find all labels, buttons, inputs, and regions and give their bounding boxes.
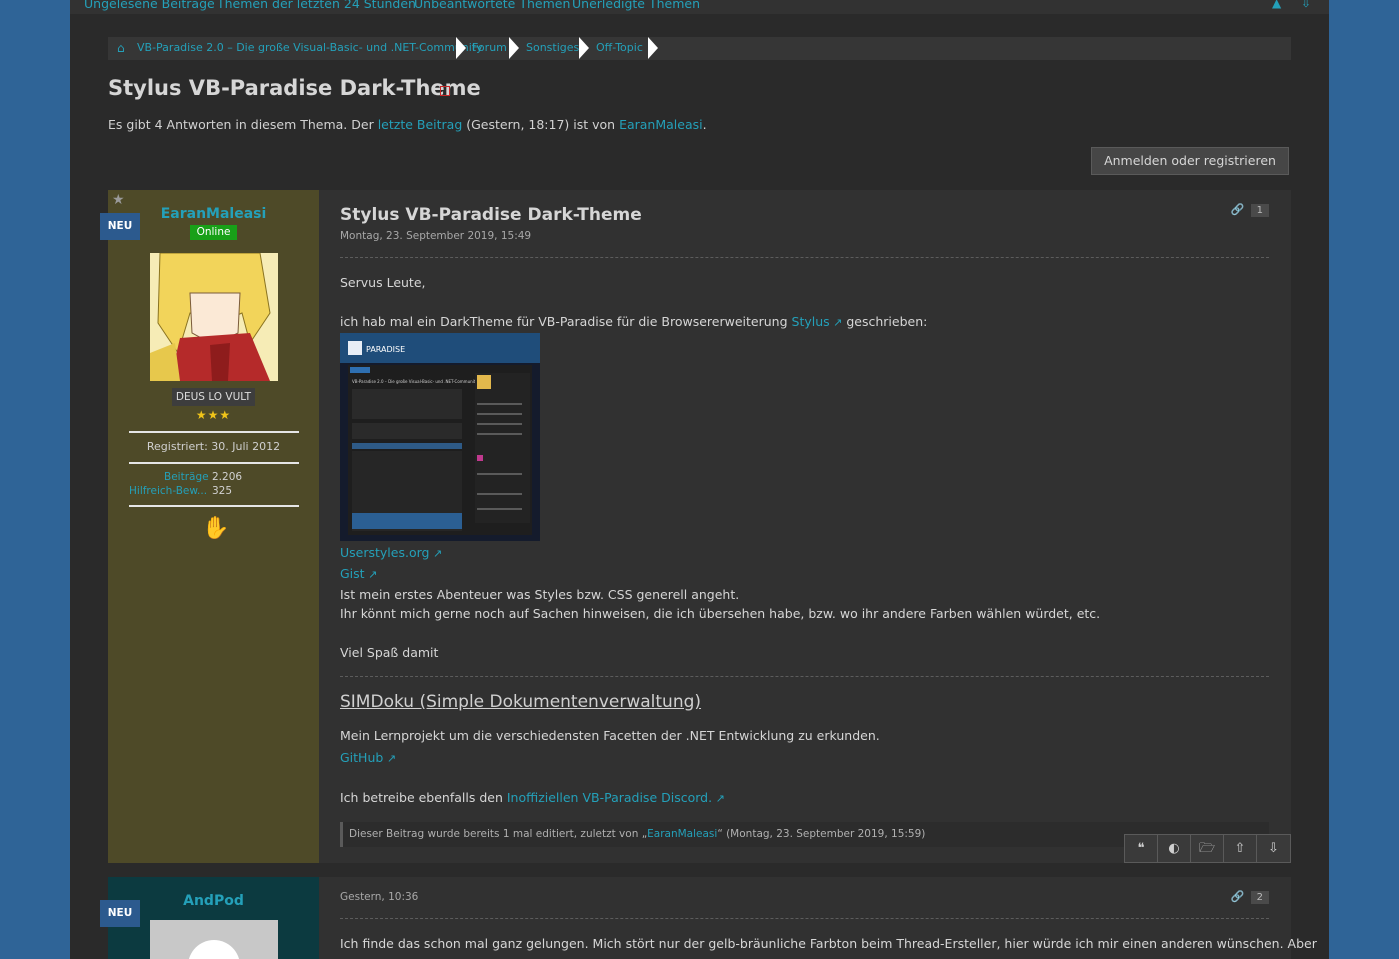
post-author-sidebar: ★ NEU EaranMaleasi Online DEUS LO VULT ★… <box>100 190 319 863</box>
post-text-segment: geschrieben: <box>842 314 928 329</box>
online-badge: Online <box>190 225 237 240</box>
author-username[interactable]: EaranMaleasi <box>108 206 319 222</box>
avatar-image <box>150 253 278 381</box>
external-link-icon: ↗ <box>383 752 397 765</box>
post-text: Ist mein erstes Abenteuer was Styles bzw… <box>340 587 740 602</box>
page-title: Stylus VB-Paradise Dark-Theme <box>108 76 481 100</box>
signature-text-segment: Ich betreibe ebenfalls den <box>340 790 507 805</box>
breadcrumb-separator-icon <box>648 37 658 59</box>
post-text: ich hab mal ein DarkTheme für VB-Paradis… <box>340 314 927 329</box>
stat-label-posts[interactable]: Beiträge <box>164 471 209 483</box>
main-content: ⌂ VB-Paradise 2.0 – Die große Visual-Bas… <box>70 14 1329 959</box>
last-post-user-link[interactable]: EaranMaleasi <box>619 117 703 132</box>
divider <box>129 462 299 464</box>
nav-unresolved[interactable]: Unerledigte Themen <box>572 0 700 11</box>
post-date[interactable]: Gestern, 10:36 <box>340 891 418 903</box>
link-icon[interactable]: 🔗 <box>1231 203 1245 216</box>
post-author-sidebar: NEU AndPod <box>100 877 319 959</box>
post-title: Stylus VB-Paradise Dark-Theme <box>340 205 642 225</box>
home-icon[interactable]: ⌂ <box>117 41 125 55</box>
nav-last-24h[interactable]: Themen der letzten 24 Stunden <box>217 0 416 11</box>
breadcrumb: ⌂ VB-Paradise 2.0 – Die große Visual-Bas… <box>108 37 1291 60</box>
stat-value-helpful: 325 <box>212 485 233 497</box>
link-icon[interactable]: 🔗 <box>1231 890 1245 903</box>
breadcrumb-forum[interactable]: Forum <box>472 41 507 54</box>
divider <box>129 505 299 507</box>
post-date[interactable]: Montag, 23. September 2019, 15:49 <box>340 230 531 242</box>
top-navigation: Ungelesene Beiträge Themen der letzten 2… <box>70 0 1329 14</box>
post-text: Viel Spaß damit <box>340 645 439 660</box>
post-action-bar: ❝ ◐ 🗁 ⇧ ⇩ <box>1124 834 1291 863</box>
author-username[interactable]: AndPod <box>108 893 319 909</box>
post-text: Ihr könnt mich gerne noch auf Sachen hin… <box>340 606 1101 621</box>
stylus-link[interactable]: Stylus <box>792 314 830 329</box>
user-rank: DEUS LO VULT <box>172 388 255 406</box>
thread-summary: Es gibt 4 Antworten in diesem Thema. Der… <box>108 117 707 132</box>
gist-link[interactable]: Gist ↗ <box>340 566 377 581</box>
screenshot-heading: VB-Paradise 2.0 – Die große Visual-Basic… <box>352 379 478 384</box>
default-avatar-image <box>150 920 278 959</box>
breadcrumb-separator-icon <box>456 37 466 59</box>
discord-link[interactable]: Inoffiziellen VB-Paradise Discord. <box>507 790 712 805</box>
signature-title-link[interactable]: SIMDoku (Simple Dokumentenverwaltung) <box>340 692 701 712</box>
dark-theme-screenshot[interactable]: PARADISE VB-Paradise 2.0 – Die große Vis… <box>340 333 540 541</box>
login-register-button[interactable]: Anmelden oder registrieren <box>1091 147 1289 175</box>
edit-notice-user-link[interactable]: EaranMaleasi <box>647 828 717 840</box>
breadcrumb-sonstiges[interactable]: Sonstiges <box>526 41 579 54</box>
external-link-icon: ↗ <box>829 316 843 329</box>
post-number[interactable]: 2 <box>1250 891 1269 904</box>
post-text: Servus Leute, <box>340 275 426 290</box>
rank-stars-icon: ★★★ <box>195 408 232 422</box>
bookmark-icon[interactable]: 🗁 <box>1191 835 1224 862</box>
signature-text: Ich betreibe ebenfalls den Inoffiziellen… <box>340 790 725 805</box>
thumbs-up-icon: ✋ <box>202 516 230 541</box>
screenshot-image: PARADISE VB-Paradise 2.0 – Die große Vis… <box>340 333 540 541</box>
stat-value-posts: 2.206 <box>212 471 243 483</box>
userstyles-link[interactable]: Userstyles.org ↗ <box>340 545 442 560</box>
breadcrumb-off-topic[interactable]: Off-Topic <box>596 41 643 54</box>
thread-marker-icon <box>440 86 450 96</box>
multiquote-icon[interactable]: ◐ <box>1158 835 1191 862</box>
breadcrumb-separator-icon <box>509 37 519 59</box>
divider <box>340 918 1269 919</box>
breadcrumb-separator-icon <box>579 37 589 59</box>
external-link-icon: ↗ <box>364 568 378 581</box>
arrow-up-icon[interactable]: ⇧ <box>1224 835 1257 862</box>
signature-text: Mein Lernprojekt um die verschiedensten … <box>340 728 880 743</box>
userstyles-link-label[interactable]: Userstyles.org <box>340 545 429 560</box>
screenshot-logo: PARADISE <box>366 345 405 354</box>
post-number[interactable]: 1 <box>1250 204 1269 217</box>
registered-date: Registriert: 30. Juli 2012 <box>146 440 281 453</box>
post-1: ★ NEU EaranMaleasi Online DEUS LO VULT ★… <box>100 190 1291 863</box>
external-link-icon: ↗ <box>429 547 443 560</box>
breadcrumb-home[interactable]: VB-Paradise 2.0 – Die große Visual-Basic… <box>137 41 483 54</box>
external-link-icon: ↗ <box>712 792 725 805</box>
gist-link-label[interactable]: Gist <box>340 566 365 581</box>
summary-text: (Gestern, 18:17) ist von <box>462 117 620 132</box>
post-tools: 🔗 2 <box>1231 890 1269 904</box>
arrow-down-icon[interactable]: ⇩ <box>1257 835 1290 862</box>
summary-text: Es gibt 4 Antworten in diesem Thema. Der <box>108 117 378 132</box>
nav-unread-posts[interactable]: Ungelesene Beiträge <box>84 0 215 11</box>
stat-label-helpful[interactable]: Hilfreich-Bew... <box>129 485 207 497</box>
chevron-down-icon[interactable]: ⇩ <box>1301 0 1311 10</box>
divider <box>129 431 299 433</box>
nav-unanswered[interactable]: Unbeantwortete Themen <box>414 0 570 11</box>
quote-icon[interactable]: ❝ <box>1125 835 1158 862</box>
sitemap-icon[interactable]: ▲ <box>1272 0 1281 10</box>
avatar[interactable] <box>150 920 278 959</box>
post-tools: 🔗 1 <box>1231 203 1269 217</box>
github-link-label[interactable]: GitHub <box>340 750 383 765</box>
last-post-link[interactable]: letzte Beitrag <box>378 117 463 132</box>
avatar[interactable] <box>150 253 278 381</box>
edit-notice-text: Dieser Beitrag wurde bereits 1 mal editi… <box>349 828 648 840</box>
signature-divider <box>340 676 1269 677</box>
github-link[interactable]: GitHub ↗ <box>340 750 396 765</box>
divider <box>340 257 1269 258</box>
post-text: Ich finde das schon mal ganz gelungen. M… <box>340 936 1317 951</box>
summary-text: . <box>702 117 707 132</box>
edit-notice-text: “ (Montag, 23. September 2019, 15:59) <box>717 828 926 840</box>
post-text-segment: ich hab mal ein DarkTheme für VB-Paradis… <box>340 314 792 329</box>
post-2: NEU AndPod Gestern, 10:36 🔗 2 Ich finde d… <box>100 877 1317 959</box>
